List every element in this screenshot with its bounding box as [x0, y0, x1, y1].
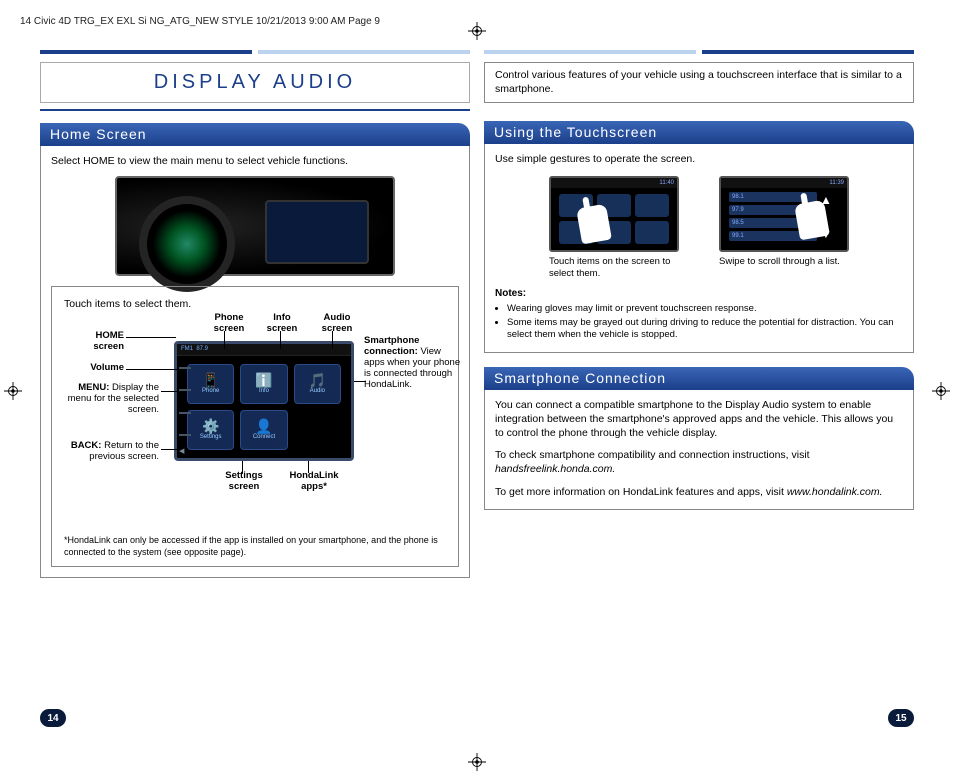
touchscreen-body: Use simple gestures to operate the scree… — [484, 144, 914, 352]
main-title: DISPLAY AUDIO — [154, 71, 356, 93]
smartphone-p1: You can connect a compatible smartphone … — [495, 398, 903, 441]
touch-lead: Use simple gestures to operate the scree… — [495, 152, 903, 166]
page-number-right: 15 — [888, 709, 914, 727]
label-info: Info screen — [262, 313, 302, 335]
registration-mark-top — [468, 22, 486, 40]
registration-mark-left — [4, 382, 22, 400]
swipe-caption: Swipe to scroll through a list. — [719, 256, 849, 267]
touchscreen-side-buttons — [177, 344, 197, 458]
callout-hint: Touch items to select them. — [64, 297, 446, 311]
home-lead: Select HOME to view the main menu to sel… — [51, 154, 459, 168]
touchscreen-mock: FM1 87.9 📱Phone ℹ️Info 🎵Audio ⚙️Settings… — [174, 341, 354, 461]
right-page: Control various features of your vehicle… — [484, 50, 914, 731]
touchscreen-heading: Using the Touchscreen — [484, 121, 914, 144]
title-rule — [40, 109, 470, 111]
label-audio: Audio screen — [312, 313, 362, 335]
touch-example-tap: 11:40 Touch items on the screen to selec… — [549, 176, 679, 279]
label-smartphone-conn: Smartphone connection: View apps when yo… — [364, 336, 464, 391]
label-volume: Volume — [64, 363, 124, 374]
smartphone-p3: To get more information on HondaLink fea… — [495, 485, 903, 499]
left-page: DISPLAY AUDIO Home Screen Select HOME to… — [40, 50, 470, 731]
smartphone-body: You can connect a compatible smartphone … — [484, 390, 914, 510]
touchscreen-statusbar: FM1 87.9 — [177, 344, 351, 356]
label-phone: Phone screen — [204, 313, 254, 335]
audio-icon: 🎵Audio — [294, 364, 341, 404]
note-item: Some items may be grayed out during driv… — [507, 317, 903, 342]
decorative-bars — [484, 50, 914, 54]
notes-list: Wearing gloves may limit or prevent touc… — [495, 303, 903, 342]
registration-mark-bottom — [468, 753, 486, 771]
main-title-box: DISPLAY AUDIO — [40, 62, 470, 103]
hand-swipe-icon — [794, 200, 830, 241]
label-menu: MENU: Display the menu for the selected … — [64, 383, 159, 416]
hand-tap-icon — [576, 204, 612, 245]
decorative-bars — [40, 50, 470, 54]
smartphone-p2: To check smartphone compatibility and co… — [495, 448, 903, 476]
label-hondalink: HondaLink apps* — [279, 471, 349, 493]
note-item: Wearing gloves may limit or prevent touc… — [507, 303, 903, 315]
registration-mark-right — [932, 382, 950, 400]
back-corner-icon: ◀ — [179, 447, 184, 456]
home-screen-body: Select HOME to view the main menu to sel… — [40, 146, 470, 578]
connect-icon: 👤Connect — [240, 410, 287, 450]
notes-heading: Notes: — [495, 287, 903, 301]
label-settings: Settings screen — [214, 471, 274, 493]
label-home: HOME screen — [64, 331, 124, 353]
intro-box: Control various features of your vehicle… — [484, 62, 914, 103]
dashboard-photo — [115, 176, 395, 276]
touch-example-swipe: 11:39 98.197.998.599.1 ▲▼ Swipe to scrol… — [719, 176, 849, 279]
touchscreen-callout: Touch items to select them. FM1 87.9 📱Ph… — [51, 286, 459, 567]
home-screen-heading: Home Screen — [40, 123, 470, 146]
page-number-left: 14 — [40, 709, 66, 727]
label-back: BACK: Return to the previous screen. — [64, 441, 159, 463]
tap-caption: Touch items on the screen to select them… — [549, 256, 679, 279]
hondalink-footnote: *HondaLink can only be accessed if the a… — [64, 535, 446, 558]
info-icon: ℹ️Info — [240, 364, 287, 404]
print-header: 14 Civic 4D TRG_EX EXL Si NG_ATG_NEW STY… — [20, 16, 380, 27]
smartphone-heading: Smartphone Connection — [484, 367, 914, 390]
touchscreen-diagram: FM1 87.9 📱Phone ℹ️Info 🎵Audio ⚙️Settings… — [64, 321, 446, 521]
